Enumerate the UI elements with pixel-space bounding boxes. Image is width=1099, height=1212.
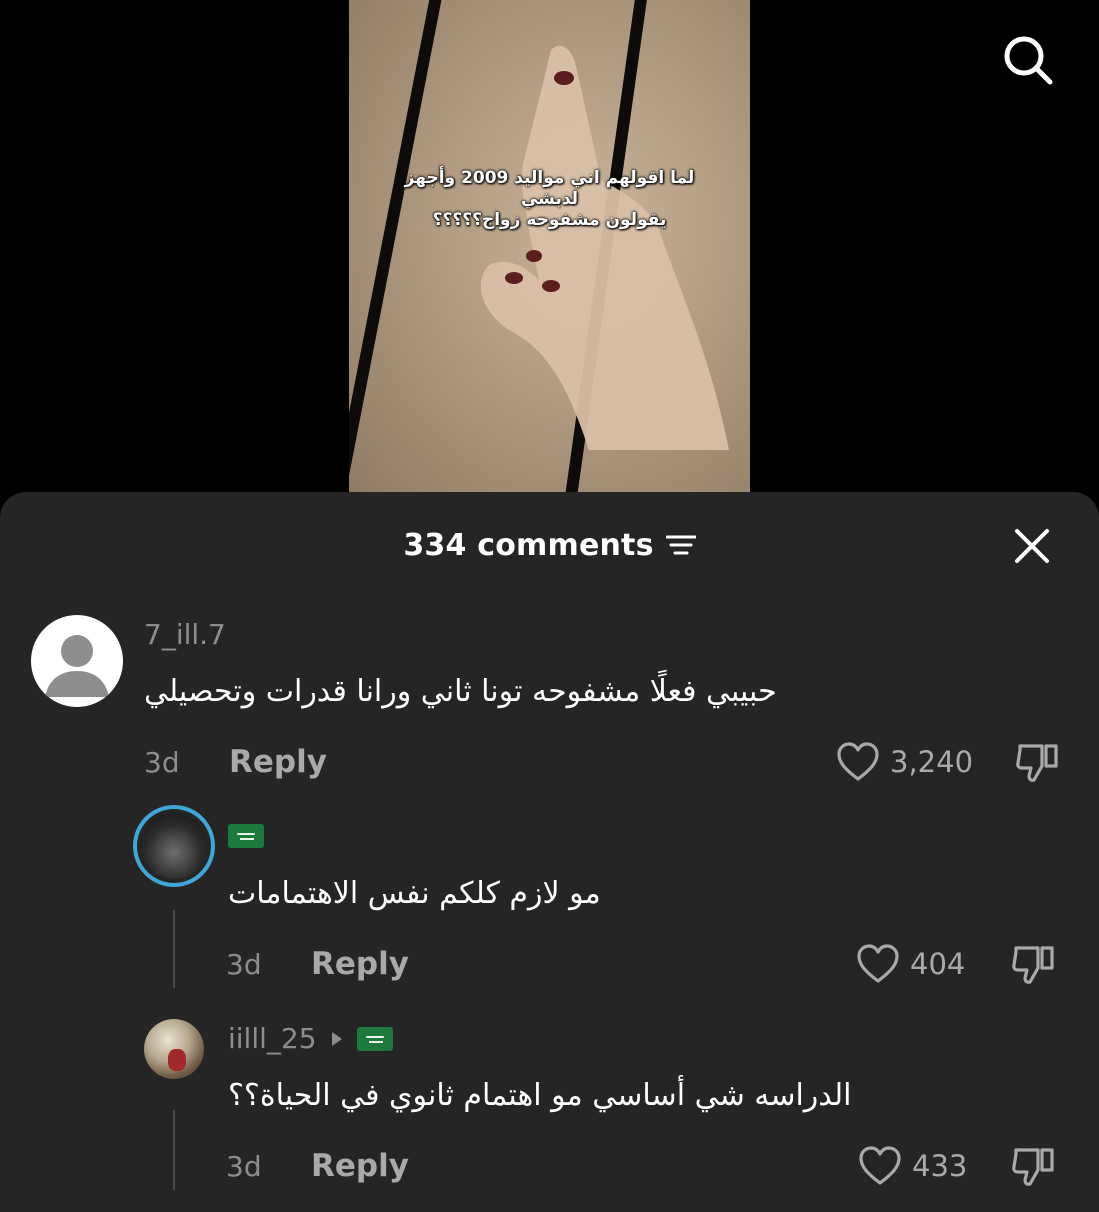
comments-count-title: 334 comments [403, 527, 654, 563]
like-button[interactable] [856, 944, 900, 984]
video-caption-line2: يقولون مشفوحه زواج؟؟؟؟؟ [432, 210, 667, 230]
search-button[interactable] [996, 28, 1060, 92]
comment-username[interactable]: 7_ill.7 [144, 618, 226, 651]
username-text[interactable]: 7_ill.7 [144, 618, 226, 651]
thread-line [173, 910, 175, 988]
close-comments-button[interactable] [1006, 520, 1058, 572]
comments-sheet: 334 comments 7_ill.7 حبيبي فعلًا مشفوحه … [0, 492, 1099, 1212]
comment-text: حبيبي فعلًا مشفوحه تونا ثاني ورانا قدرات… [144, 674, 777, 709]
thumbs-down-icon [1012, 1148, 1054, 1186]
reply-text: مو لازم كلكم نفس الاهتمامات [228, 876, 601, 911]
thumbs-down-icon [1016, 744, 1058, 782]
comments-header: 334 comments [0, 520, 1099, 570]
reply-button[interactable]: Reply [311, 946, 409, 982]
video-player[interactable]: لما اقولهم اني مواليد 2009 وأجهز لدبشي ي… [349, 0, 750, 505]
dislike-button[interactable] [1010, 944, 1056, 986]
heart-icon [857, 944, 899, 983]
close-icon [1015, 529, 1049, 563]
video-caption-line1: لما اقولهم اني مواليد 2009 وأجهز لدبشي [404, 168, 695, 209]
dislike-button[interactable] [1014, 742, 1060, 784]
like-group: 3,240 [836, 742, 973, 782]
search-icon [1004, 36, 1053, 85]
reply-username[interactable] [228, 824, 264, 848]
avatar[interactable] [133, 805, 215, 887]
reply-button[interactable]: Reply [229, 744, 327, 780]
avatar[interactable] [144, 1019, 204, 1079]
avatar-image [141, 813, 207, 879]
thumbs-down-icon [1012, 946, 1054, 984]
like-button[interactable] [836, 742, 880, 782]
thread-line [173, 1110, 175, 1190]
reply-username[interactable]: iilll_25 [228, 1022, 393, 1055]
reply-meta: 3d Reply [226, 946, 409, 982]
hand-illustration [480, 45, 729, 450]
avatar[interactable] [31, 615, 123, 707]
avatar-image-accent [168, 1049, 186, 1071]
reply-time: 3d [226, 947, 262, 981]
reply-button[interactable]: Reply [311, 1148, 409, 1184]
like-count: 3,240 [890, 745, 974, 779]
saudi-flag-icon [356, 1026, 393, 1051]
video-caption: لما اقولهم اني مواليد 2009 وأجهز لدبشي ي… [349, 168, 750, 231]
like-group: 404 [856, 944, 965, 984]
default-avatar-icon [45, 635, 109, 697]
username-text[interactable]: iilll_25 [228, 1022, 317, 1055]
saudi-flag-icon [228, 824, 264, 848]
comment-time: 3d [144, 745, 180, 779]
like-count: 433 [912, 1149, 968, 1183]
heart-icon [859, 1146, 901, 1185]
like-button[interactable] [858, 1146, 902, 1186]
like-group: 433 [858, 1146, 967, 1186]
like-count: 404 [910, 947, 966, 981]
sort-icon[interactable] [665, 533, 696, 557]
heart-icon [837, 742, 879, 781]
reply-time: 3d [226, 1149, 262, 1183]
reply-text: الدراسه شي أساسي مو اهتمام ثانوي في الحي… [228, 1078, 852, 1113]
video-bar-left [349, 0, 449, 505]
dislike-button[interactable] [1010, 1146, 1056, 1188]
reply-meta: 3d Reply [226, 1148, 409, 1184]
comment-meta: 3d Reply [144, 744, 327, 780]
reply-arrow-icon [331, 1031, 342, 1046]
